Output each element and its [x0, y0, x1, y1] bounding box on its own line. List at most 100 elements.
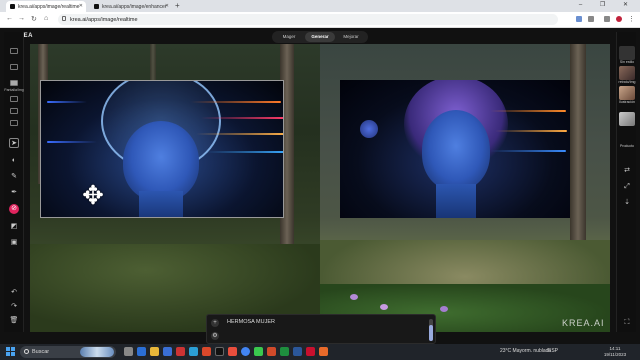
- trash-icon[interactable]: 🗑: [9, 316, 19, 326]
- style-label: retrato/Img: [618, 80, 636, 84]
- layers-icon[interactable]: [10, 48, 18, 54]
- light-streak: [47, 141, 97, 143]
- word-icon[interactable]: [293, 347, 302, 356]
- tiktok-icon[interactable]: [215, 347, 224, 356]
- back-icon[interactable]: ←: [6, 15, 13, 22]
- lock-icon: [62, 16, 66, 21]
- tab-realtime[interactable]: krea.ai/apps/image/realtime ✕: [6, 1, 86, 12]
- home-icon[interactable]: ⌂: [44, 15, 48, 22]
- fill-tool-icon[interactable]: ◩: [9, 222, 19, 232]
- camera-icon[interactable]: ▣: [9, 238, 19, 248]
- brush-tool-icon[interactable]: ✎: [9, 172, 19, 182]
- url-text: krea.ai/apps/image/realtime: [70, 16, 138, 23]
- text-icon[interactable]: [10, 108, 18, 114]
- close-tab-icon[interactable]: ✕: [165, 3, 169, 9]
- app-icon-orange[interactable]: [202, 347, 211, 356]
- profile-avatar[interactable]: [616, 16, 622, 22]
- swap-icon[interactable]: ⇄: [622, 166, 632, 176]
- image-icon[interactable]: [10, 64, 18, 70]
- ai-strength-slider[interactable]: [429, 319, 433, 341]
- settings-icon[interactable]: ⚙: [211, 332, 219, 340]
- color-picker-icon[interactable]: ⊘: [9, 204, 19, 214]
- store-icon[interactable]: [163, 347, 172, 356]
- taskbar-search[interactable]: Buscar: [20, 346, 116, 358]
- forward-icon[interactable]: →: [18, 15, 25, 22]
- light-streak: [196, 133, 283, 135]
- light-streak: [495, 130, 567, 132]
- windows-taskbar: Buscar 23°C Mayorm. nublado ESP 14:11 19…: [0, 344, 640, 360]
- output-canvas: [320, 44, 610, 332]
- redo-icon[interactable]: ↷: [9, 302, 19, 312]
- window-controls[interactable]: – ❐ ✕: [579, 1, 636, 8]
- address-bar[interactable]: krea.ai/apps/image/realtime: [58, 14, 558, 25]
- tab-enhancer[interactable]: krea.ai/apps/image/enhancer ✕: [90, 1, 172, 12]
- file-explorer-icon[interactable]: [150, 347, 159, 356]
- paint-icon[interactable]: [10, 120, 18, 126]
- app-icon-red[interactable]: [176, 347, 185, 356]
- app-icon-darkorange[interactable]: [267, 347, 276, 356]
- style-thumb[interactable]: [619, 112, 635, 126]
- neck-shape: [436, 184, 476, 218]
- style-label: Sin estilo: [619, 60, 635, 64]
- mode-generar[interactable]: Generar: [305, 32, 335, 42]
- undo-icon[interactable]: ↶: [9, 288, 19, 298]
- input-image[interactable]: [40, 80, 284, 218]
- windows-start-icon[interactable]: [6, 347, 16, 357]
- close-tab-icon[interactable]: ✕: [79, 3, 83, 9]
- style-label: Ilustración: [619, 100, 635, 104]
- left-toolbar: Pantalla/Img ➤ ◐ ✎ ✒ ⊘ ◩ ▣ ↶ ↷ 🗑: [4, 32, 24, 332]
- krea-favicon-icon: [10, 4, 15, 9]
- add-image-icon[interactable]: +: [211, 319, 219, 327]
- app-icon-amber[interactable]: [319, 347, 328, 356]
- mode-switcher: Mager Generar Mejorar: [272, 31, 368, 43]
- pointer-tool-icon[interactable]: ➤: [9, 138, 19, 148]
- excel-icon[interactable]: [280, 347, 289, 356]
- mode-mejorar[interactable]: Mejorar: [336, 32, 366, 42]
- task-view-icon[interactable]: [124, 347, 133, 356]
- extensions-icon[interactable]: [588, 16, 594, 22]
- style-thumb[interactable]: [619, 86, 635, 100]
- flower-ornament: [360, 120, 378, 138]
- krea-watermark: KREA.AI: [562, 318, 605, 328]
- prompt-input[interactable]: HERMOSA MUJER: [227, 319, 275, 325]
- light-streak: [490, 110, 566, 112]
- search-highlight-art: [80, 347, 114, 357]
- flower: [350, 294, 358, 300]
- app-icon-green[interactable]: [254, 347, 263, 356]
- clock-date: 19/11/2023: [603, 352, 627, 357]
- screen-capture-icon[interactable]: [10, 80, 18, 86]
- sidepanel-icon[interactable]: [604, 16, 610, 22]
- system-tray-lang[interactable]: ESP: [548, 348, 558, 354]
- menu-icon[interactable]: ⋮: [628, 15, 635, 23]
- app-icon-coral[interactable]: [228, 347, 237, 356]
- krea-favicon-icon: [94, 4, 99, 9]
- eraser-tool-icon[interactable]: ◐: [9, 156, 19, 166]
- clock[interactable]: 14:11 19/11/2023: [598, 346, 632, 358]
- mode-mager[interactable]: Mager: [274, 32, 304, 42]
- output-image: [340, 80, 570, 218]
- move-handle-icon[interactable]: ✥: [78, 180, 108, 210]
- fullscreen-icon[interactable]: ⛶: [622, 318, 632, 328]
- style-thumb[interactable]: [619, 46, 635, 60]
- app-icon-blue[interactable]: [189, 347, 198, 356]
- new-tab-button[interactable]: +: [175, 1, 180, 10]
- search-label: Buscar: [32, 349, 50, 355]
- translate-icon[interactable]: [576, 16, 582, 22]
- light-streak: [191, 101, 281, 103]
- light-streak: [206, 151, 283, 153]
- edge-icon[interactable]: [137, 347, 146, 356]
- shape-icon[interactable]: [10, 96, 18, 102]
- input-canvas[interactable]: ✥: [30, 44, 320, 332]
- reload-icon[interactable]: ↻: [31, 15, 37, 23]
- weather-widget[interactable]: 23°C Mayorm. nublado: [500, 348, 551, 354]
- download-icon[interactable]: ⇣: [622, 198, 632, 208]
- app-icon-crimson[interactable]: [306, 347, 315, 356]
- style-thumb[interactable]: [619, 66, 635, 80]
- upscale-icon[interactable]: ⤢: [622, 182, 632, 192]
- face-shape: [123, 121, 199, 201]
- slider-fill: [429, 324, 433, 341]
- pen-tool-icon[interactable]: ✒: [9, 188, 19, 198]
- browser-tab-strip: krea.ai/apps/image/realtime ✕ krea.ai/ap…: [0, 0, 640, 12]
- chrome-icon[interactable]: [241, 347, 250, 356]
- panel-label: Pantalla/Img: [4, 88, 24, 92]
